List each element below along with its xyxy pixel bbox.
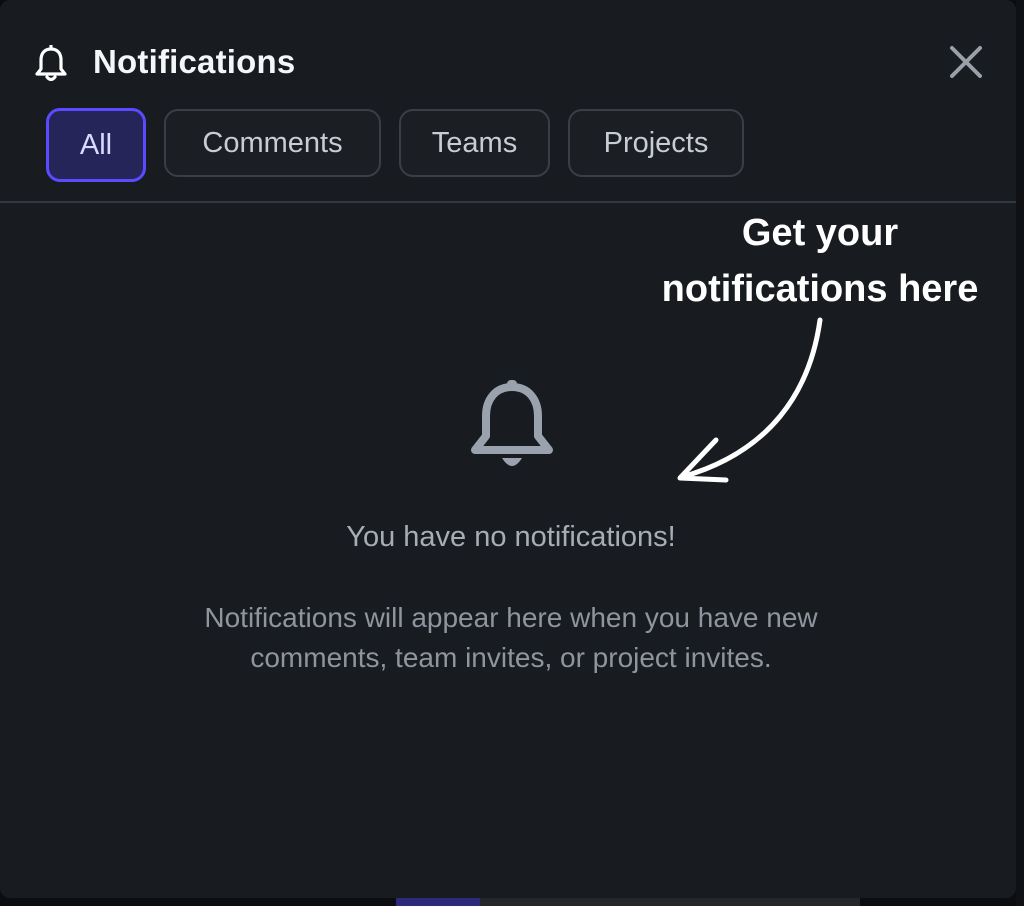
description-line: comments, team invites, or project invit… xyxy=(250,642,772,673)
background-strip xyxy=(480,898,860,906)
annotation-line: Get your xyxy=(741,212,899,254)
tab-teams[interactable]: Teams xyxy=(399,109,550,177)
callout-annotation: Get your notifications here xyxy=(620,205,1020,317)
panel-title: Notifications xyxy=(93,43,296,80)
tab-projects[interactable]: Projects xyxy=(568,109,744,177)
description-line: Notifications will appear here when you … xyxy=(204,602,818,633)
annotation-line: notifications here xyxy=(661,268,979,310)
tab-all[interactable]: All xyxy=(46,108,146,182)
empty-state-title: You have no notifications! xyxy=(346,521,676,553)
curved-arrow-icon xyxy=(677,317,823,483)
tab-comments[interactable]: Comments xyxy=(164,109,381,177)
close-icon[interactable] xyxy=(944,40,988,84)
bell-icon xyxy=(471,380,553,466)
header-divider xyxy=(0,201,1016,203)
empty-state-description: Notifications will appear here when you … xyxy=(0,598,1016,678)
panel-header: Notifications All Comments Teams Project… xyxy=(0,0,1016,182)
window-edge xyxy=(1016,0,1024,906)
notifications-panel: Notifications All Comments Teams Project… xyxy=(0,0,1016,898)
background-accent-strip xyxy=(396,898,480,906)
bell-icon xyxy=(35,45,67,82)
